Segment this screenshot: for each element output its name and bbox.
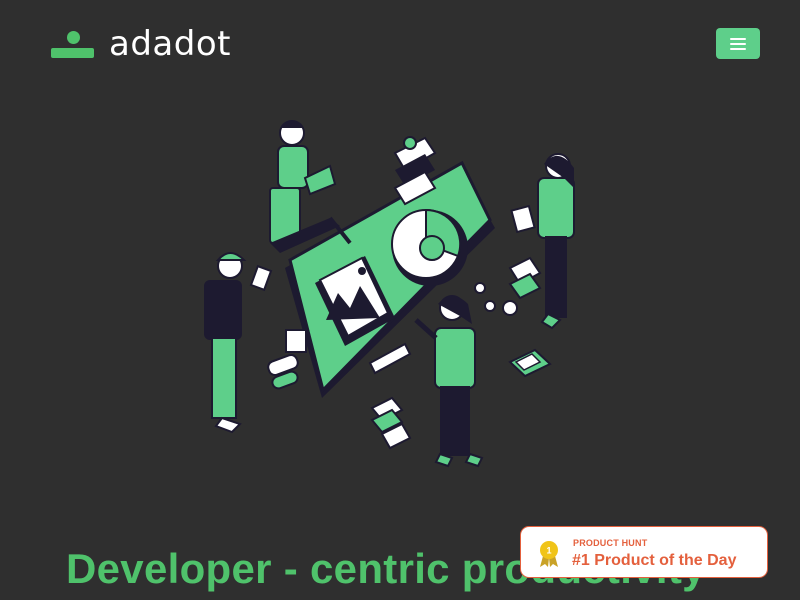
hero-illustration bbox=[190, 108, 620, 478]
logo-dot bbox=[67, 31, 80, 44]
landing-page: adadot Developer - centric productivity … bbox=[0, 0, 800, 600]
site-header: adadot bbox=[0, 0, 800, 88]
paper-rolls bbox=[267, 329, 307, 390]
gold-medal-icon: 1 bbox=[540, 541, 558, 567]
medal-number: 1 bbox=[546, 546, 551, 556]
book-stack bbox=[370, 396, 412, 450]
hamburger-menu-icon-line bbox=[730, 47, 746, 50]
hamburger-menu-icon bbox=[730, 37, 746, 40]
logo-bar bbox=[51, 48, 94, 58]
person-standing-left bbox=[204, 252, 273, 434]
person-with-papers bbox=[510, 153, 575, 330]
product-hunt-label: PRODUCT HUNT bbox=[573, 538, 648, 548]
menu-button[interactable] bbox=[716, 28, 760, 59]
product-hunt-badge[interactable]: 1 PRODUCT HUNT #1 Product of the Day bbox=[520, 526, 768, 578]
product-hunt-title: #1 Product of the Day bbox=[572, 552, 737, 569]
toolbox bbox=[502, 256, 542, 316]
hamburger-menu-icon-line bbox=[730, 42, 746, 45]
person-pointing bbox=[414, 295, 484, 468]
brand-name: adadot bbox=[109, 24, 231, 64]
isometric-team-dashboard-illustration bbox=[204, 120, 575, 468]
tablet-device bbox=[508, 348, 552, 378]
logo-mark-icon bbox=[51, 28, 95, 60]
brand-logo[interactable]: adadot bbox=[51, 27, 231, 61]
